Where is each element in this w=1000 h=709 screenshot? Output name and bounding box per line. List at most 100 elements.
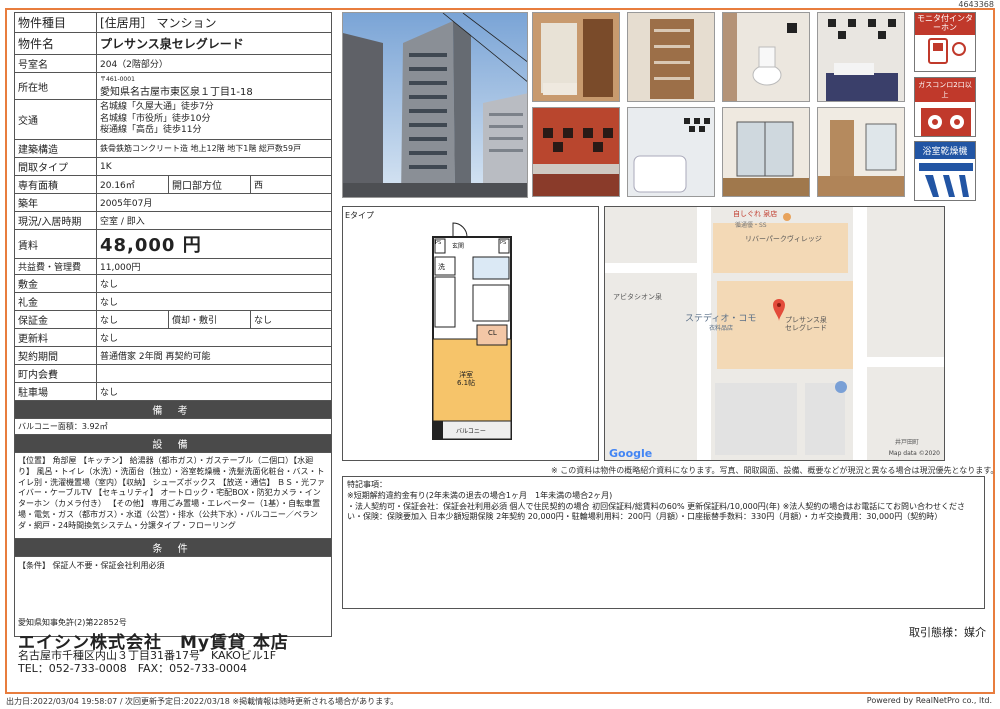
zip: 〒461-0001 [100,76,135,83]
interior-photo-storage[interactable] [627,12,715,102]
biko-text: バルコニー面積：3.92㎡ [14,418,332,435]
keymoney-label: 礼金 [14,292,97,311]
map-panel[interactable]: 自しぐれ 泉店 循通優・SS リバーパークヴィレッジ アビタシオン泉 ステディオ… [604,206,945,461]
contract-label: 契約期間 [14,346,97,365]
badge-gas-stove: ガスコンロ2口以上 [914,77,976,137]
special-line: ・法人契約可・保証会社：保証会社利用必須 個人で住民契約の場合 初回保証料/総賃… [347,501,966,522]
ps-label-left: PS [435,240,442,246]
type-value: [住居用］ マンション [96,12,332,33]
balcony-label: バルコニー [456,428,486,435]
license-number: 愛知県知事免許(2)第22852号 [18,618,127,627]
map-data-credit: Map data ©2020 [888,450,940,457]
interior-photo-bathroom[interactable] [627,107,715,197]
area-label: 専有面積 [14,175,97,194]
map-label-ss: 循通優・SS [735,222,767,229]
wash-label: 洗 [438,263,445,271]
transport-line: 名城線「久屋大通」徒歩7分 [100,101,214,112]
interior-photo-room-window[interactable] [722,107,810,197]
interior-photo-entrance[interactable] [532,12,620,102]
google-logo: Google [609,447,653,460]
room-label: 号室名 [14,54,97,73]
built-value: 2005年07月 [96,193,332,212]
direction-value: 西 [250,175,332,194]
name-value: プレサンス泉セレグレード [96,32,332,55]
map-label-target-2: セレグレード [785,323,827,332]
parking-value: なし [96,382,332,401]
shokyaku-value: なし [250,310,332,329]
community-value [96,364,332,383]
transport-line: 桜通線「高岳」徒歩11分 [100,125,202,136]
interior-photo-room[interactable] [817,107,905,197]
map-label-riverpark: リバーパークヴィレッジ [745,235,822,243]
map-label-restaurant: 自しぐれ 泉店 [733,210,778,218]
ps-label-right: PS [500,240,507,246]
badge-bath-label: 浴室乾燥機 [915,142,975,159]
company-phone: TEL：052-733-0008 FAX：052-733-0004 [18,662,248,676]
hoshoukin-value: なし [96,310,169,329]
transaction-type: 取引態様：媒介 [909,626,986,639]
interior-photo-kitchen[interactable] [532,107,620,197]
map-label-clothing: 衣料品店 [709,325,734,332]
biko-title: 備 考 [14,400,332,419]
badge-intercom-label: モニタ付インターホン [915,13,975,35]
structure-value: 鉄骨鉄筋コンクリート造 地上12階 地下1階 総戸数59戸 [96,139,332,158]
deposit-value: なし [96,274,332,293]
area-value: 20.16㎡ [96,175,169,194]
floorplan-type-label: Eタイプ [345,211,375,220]
map-drawing [605,207,944,460]
addr-cell: 〒461-0001 愛知県名古屋市東区泉１丁目1-18 [96,72,332,100]
status-label: 現況/入居時期 [14,211,97,230]
special-line: ※短期解約違約金有り(2年未満の退去の場合1ヶ月 1年未満の場合2ヶ月) [347,490,613,500]
special-title: 特記事項： [347,480,387,489]
footer-output-info: 出力日:2022/03/04 19:58:07 / 次回更新予定日:2022/0… [6,697,399,706]
transport-cell: 名城線「久屋大通」徒歩7分 名城線「市役所」徒歩10分 桜通線「高岳」徒歩11分 [96,99,332,140]
community-label: 町内会費 [14,364,97,383]
map-label-street: 井戸田町 [895,439,920,446]
rent-value: 48,000 円 [96,229,332,259]
jouken-title: 条 件 [14,538,332,557]
transport-label: 交通 [14,99,97,140]
badge-gas-label: ガスコンロ2口以上 [915,78,975,102]
addr-value: 愛知県名古屋市東区泉１丁目1-18 [100,87,253,98]
structure-label: 建築構造 [14,139,97,158]
building-photo[interactable] [342,12,528,198]
badge-bath-dryer: 浴室乾燥機 [914,141,976,201]
hoshoukin-label: 保証金 [14,310,97,329]
intercom-icon [928,37,966,64]
interior-photo-toilet[interactable] [722,12,810,102]
built-label: 築年 [14,193,97,212]
disclaimer: ※ この資料は物件の概略紹介資料になります。写真、間取図面、設備、概要などが現況… [551,466,999,475]
map-label-target: プレサンス泉 セレグレード [785,316,827,332]
interior-photo-washroom[interactable] [817,12,905,102]
stove-icon [921,108,971,136]
parking-label: 駐車場 [14,382,97,401]
fee-value: 11,000円 [96,258,332,275]
badge-intercom: モニタ付インターホン [914,12,976,72]
room-size: 6.1帖 [457,378,476,387]
footer-powered-by: Powered by RealNetPro co., ltd. [866,696,992,705]
bath-dryer-icon [919,163,973,197]
company-address: 名古屋市千種区内山３丁目31番17号 KAKOビル1F [18,649,277,662]
direction-label: 開口部方位 [168,175,251,194]
property-table: 物件種目 [住居用］ マンション 物件名 プレサンス泉セレグレード 号室名 204（2… [14,12,332,637]
setsubi-text: 【位置】 角部屋 【キッチン】 給湯器（都市ガス）・ガステーブル（二個口）【水廻… [14,452,332,539]
company-contact: 名古屋市千種区内山３丁目31番17号 KAKOビル1F TEL：052-733-… [18,649,276,675]
contract-value: 普通借家 2年間 再契約可能 [96,346,332,365]
western-room: 洋室 6.1帖 [457,371,476,387]
deposit-label: 敷金 [14,274,97,293]
type-label: 物件種目 [14,12,97,33]
renewal-value: なし [96,328,332,347]
room-value: 204（2階部分） [96,54,332,73]
renewal-label: 更新料 [14,328,97,347]
cl-label: CL [488,329,497,337]
layout-value: 1K [96,157,332,176]
shokyaku-label: 償却・敷引 [168,310,251,329]
floorplan-drawing [432,222,512,440]
keymoney-value: なし [96,292,332,311]
addr-label: 所在地 [14,72,97,100]
transport-line: 名城線「市役所」徒歩10分 [100,113,211,124]
map-label-abitation: アビタシオン泉 [613,293,662,301]
fee-label: 共益費・管理費 [14,258,97,275]
special-notes: 特記事項： ※短期解約違約金有り(2年未満の退去の場合1ヶ月 1年未満の場合2ヶ… [342,476,985,609]
layout-label: 間取タイプ [14,157,97,176]
